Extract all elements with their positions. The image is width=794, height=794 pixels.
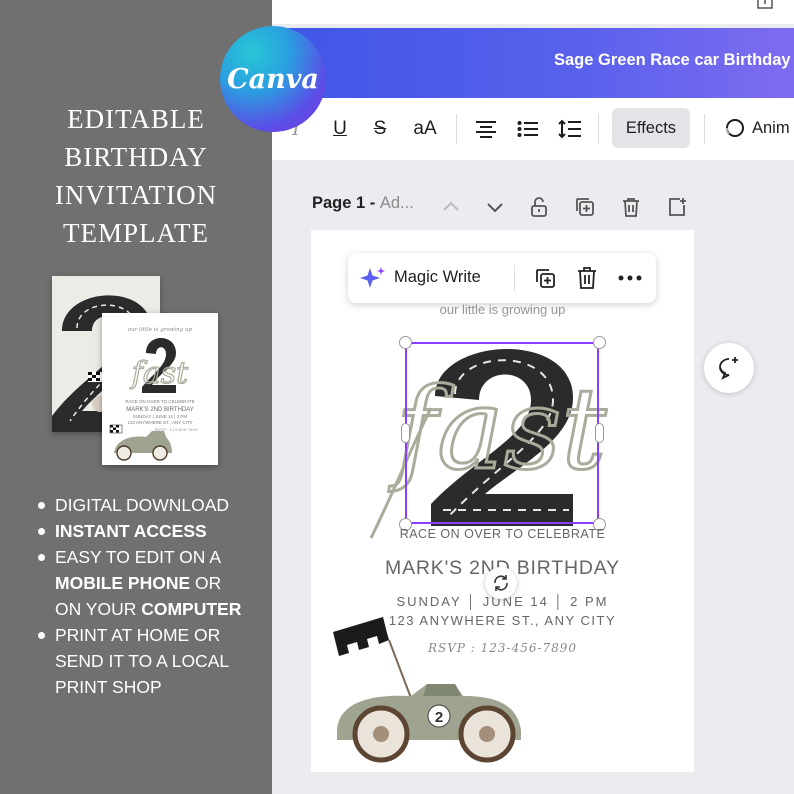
feature-item: PRINT AT HOME OR xyxy=(36,622,272,648)
text-toolbar: I U S aA Effects Anim xyxy=(272,98,794,160)
list-icon xyxy=(517,121,538,137)
animate-button[interactable]: Anim xyxy=(722,108,790,148)
unlock-icon[interactable] xyxy=(528,196,550,218)
document-title[interactable]: Sage Green Race car Birthday xyxy=(554,51,791,70)
magic-write-button[interactable]: Magic Write xyxy=(394,268,481,287)
promo-title-line: INVITATION xyxy=(54,180,218,210)
sparkle-icon xyxy=(360,267,385,288)
feature-item-cont: MOBILE PHONE OR xyxy=(55,573,222,593)
strikethrough-button[interactable]: S xyxy=(368,110,392,148)
letter-case-button[interactable]: aA xyxy=(408,110,442,148)
line-spacing-icon xyxy=(558,119,581,139)
promo-title: EDITABLE BIRTHDAY INVITATION TEMPLATE xyxy=(0,100,272,252)
toolbar-divider xyxy=(598,114,599,144)
resize-handle-left[interactable] xyxy=(401,423,410,443)
delete-page-icon[interactable] xyxy=(620,196,642,218)
share-icon[interactable] xyxy=(756,0,774,10)
mini-addr-text: 123 ANYWHERE ST., ANY CITY xyxy=(127,420,192,425)
page-bar[interactable]: Page 1 - Ad... xyxy=(312,194,414,213)
resize-handle-tr[interactable] xyxy=(593,336,606,349)
feature-item: DIGITAL DOWNLOAD xyxy=(36,492,272,518)
design-page[interactable]: our little is growing up fast RACE ON OV… xyxy=(311,230,694,772)
floating-toolbar: Magic Write xyxy=(348,253,656,303)
rotate-handle[interactable] xyxy=(485,567,517,599)
resize-handle-right[interactable] xyxy=(595,423,604,443)
canva-logo: Canva xyxy=(220,26,326,132)
mini-race-text: RACE ON OVER TO CELEBRATE xyxy=(125,399,195,404)
resize-handle-tl[interactable] xyxy=(399,336,412,349)
race-car-image[interactable]: 2 xyxy=(331,610,531,770)
trash-icon[interactable] xyxy=(576,266,598,290)
mini-fast-text: fast xyxy=(130,356,189,391)
race-text[interactable]: RACE ON OVER TO CELEBRATE xyxy=(311,527,694,541)
add-comment-button[interactable] xyxy=(704,343,754,393)
mini-card-front: our little is growing up fast RACE ON OV… xyxy=(102,313,218,465)
effects-button[interactable]: Effects xyxy=(612,108,690,148)
promo-title-line: TEMPLATE xyxy=(63,218,209,248)
chevron-up-icon[interactable] xyxy=(440,196,462,218)
mini-top-text: our little is growing up xyxy=(128,327,193,333)
title-bar: Sage Green Race car Birthday xyxy=(272,28,794,98)
feature-item: INSTANT ACCESS xyxy=(36,518,272,544)
feature-item: EASY TO EDIT ON A xyxy=(36,544,272,570)
animate-icon xyxy=(725,119,744,137)
mini-invitation-image: our little is growing up fast RACE ON OV… xyxy=(109,327,198,461)
promo-panel: EDITABLE BIRTHDAY INVITATION TEMPLATE ou… xyxy=(0,0,272,794)
toolbar-divider xyxy=(704,114,705,144)
more-options-icon[interactable] xyxy=(618,275,642,281)
promo-title-line: BIRTHDAY xyxy=(64,142,208,172)
rotate-icon xyxy=(494,575,508,591)
spacing-button[interactable] xyxy=(556,110,584,148)
page-dash: - xyxy=(365,194,380,212)
feature-item-cont: ON YOUR COMPUTER xyxy=(55,599,242,619)
chevron-down-icon[interactable] xyxy=(484,196,506,218)
mini-name-text: MARK'S 2ND BIRTHDAY xyxy=(126,407,194,413)
invite-top-text[interactable]: our little is growing up xyxy=(311,302,694,317)
add-page-icon[interactable] xyxy=(666,196,688,218)
page-label: Page 1 xyxy=(312,194,366,212)
feature-item-cont: SEND IT TO A LOCAL xyxy=(55,651,230,671)
canva-editor: Sage Green Race car Birthday I U S aA Ef… xyxy=(272,0,794,794)
duplicate-page-icon[interactable] xyxy=(574,196,596,218)
underline-button[interactable]: U xyxy=(328,110,352,148)
bulleted-list-button[interactable] xyxy=(514,110,542,148)
animate-label: Anim xyxy=(752,118,790,137)
feature-item-cont: PRINT SHOP xyxy=(55,677,162,697)
duplicate-icon[interactable] xyxy=(534,267,556,289)
align-center-icon xyxy=(476,121,496,138)
feature-list: DIGITAL DOWNLOAD INSTANT ACCESS EASY TO … xyxy=(36,492,272,700)
checkered-flag-icon xyxy=(333,616,389,656)
top-strip xyxy=(272,0,794,24)
mini-date-text: SUNDAY | JUNE 14 | 2 PM xyxy=(133,414,187,419)
page-title-input[interactable]: Ad... xyxy=(380,194,414,212)
align-center-button[interactable] xyxy=(472,110,500,148)
comment-add-icon xyxy=(719,357,738,380)
toolbar-divider xyxy=(456,114,457,144)
selection-box[interactable] xyxy=(405,342,599,524)
car-number-text: 2 xyxy=(435,709,443,726)
toolbar-divider xyxy=(514,265,515,291)
